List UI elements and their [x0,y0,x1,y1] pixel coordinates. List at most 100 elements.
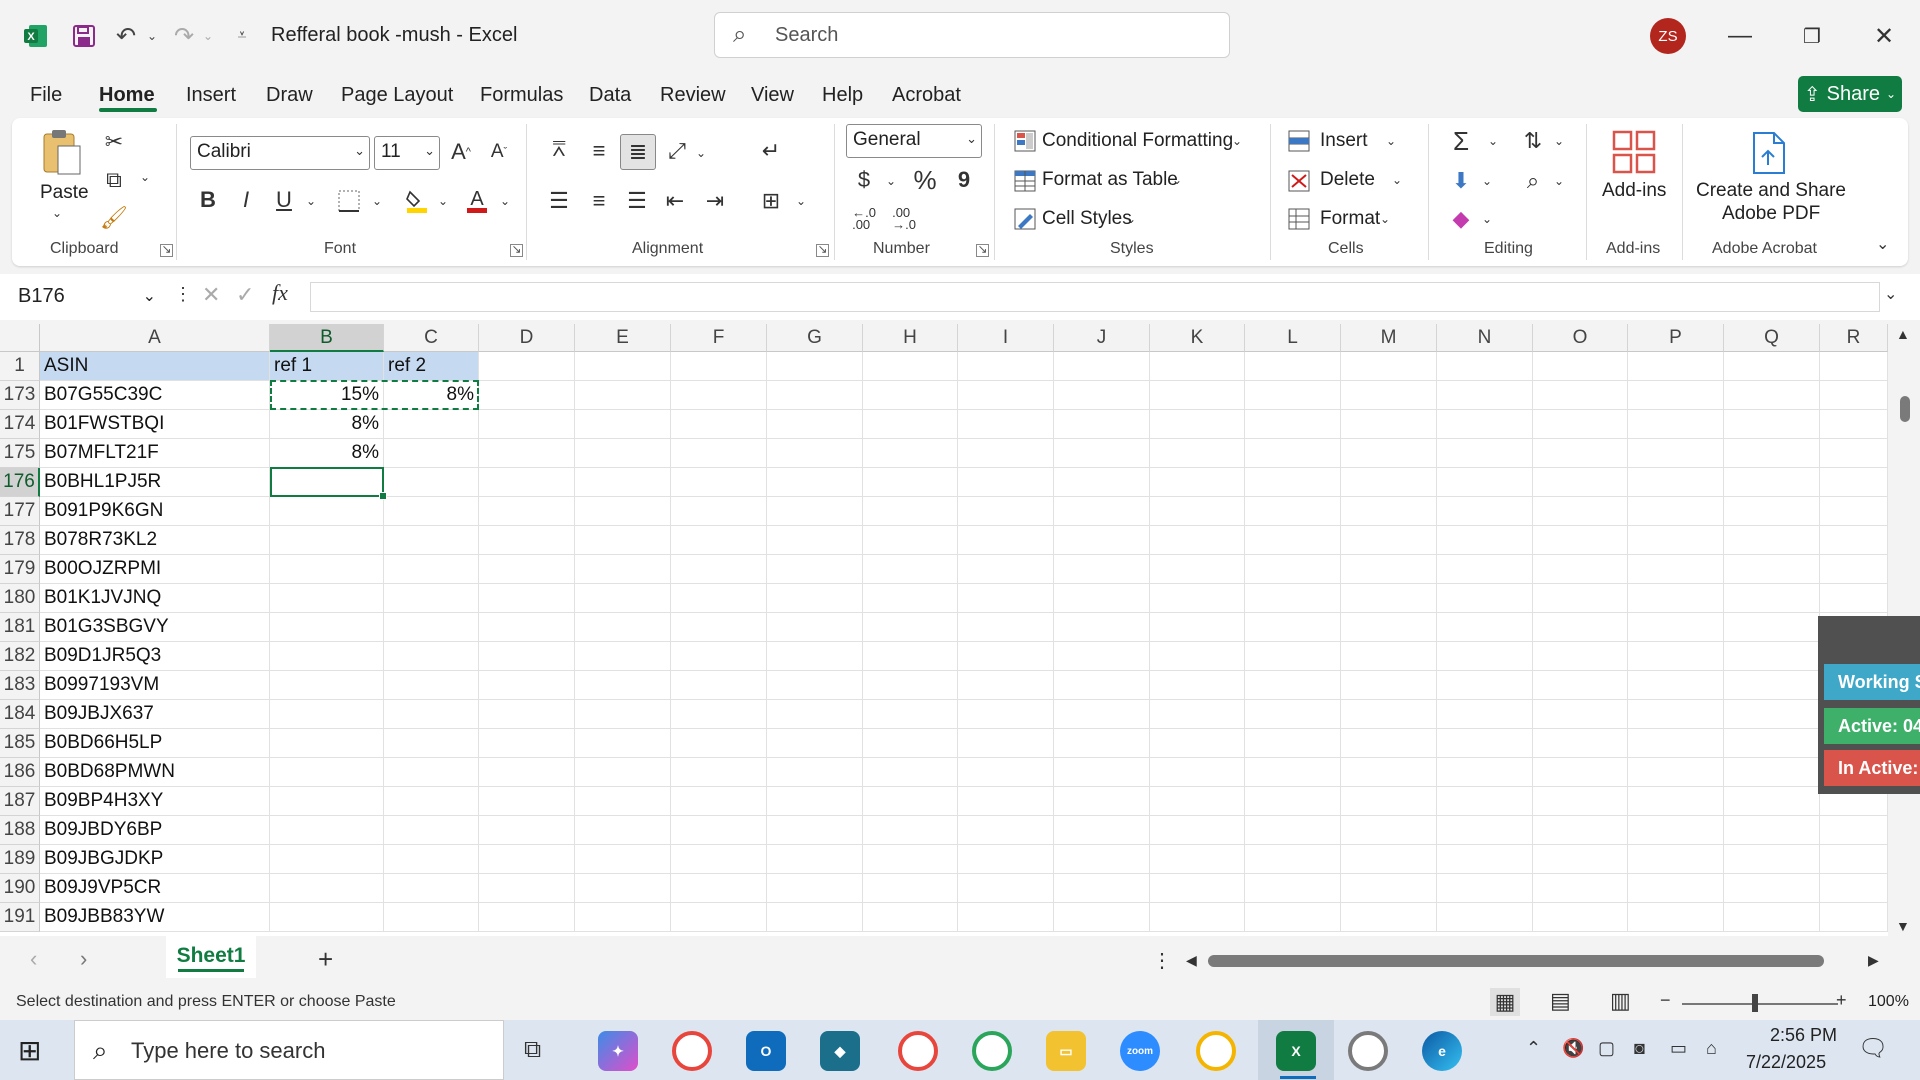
table-cell[interactable] [384,410,479,439]
font-color-dropdown-icon[interactable]: ⌄ [500,194,510,208]
empty-cell[interactable] [1628,352,1724,381]
insert-button[interactable]: Insert [1320,130,1368,152]
chevron-down-icon[interactable]: ⌄ [1392,173,1402,187]
empty-cell[interactable] [1724,497,1820,526]
wrap-text-icon[interactable]: ↵ [756,136,786,166]
empty-cell[interactable] [1245,845,1341,874]
empty-cell[interactable] [1437,642,1533,671]
battery-icon[interactable]: ▭ [1670,1038,1687,1059]
fill-icon[interactable]: ⬇ [1446,166,1476,196]
empty-cell[interactable] [1533,903,1628,932]
empty-cell[interactable] [1245,352,1341,381]
empty-cell[interactable] [1341,526,1437,555]
table-cell[interactable] [384,613,479,642]
inactive-button[interactable]: In Active: [1824,750,1920,786]
camera-icon[interactable]: ◙ [1634,1038,1645,1059]
delete-button[interactable]: Delete [1320,169,1375,191]
empty-cell[interactable] [863,845,958,874]
header-cell[interactable]: ref 2 [384,352,479,381]
horizontal-scroll-thumb[interactable] [1208,955,1824,967]
excel-taskbar-icon[interactable]: X [1276,1031,1316,1071]
table-cell[interactable] [270,526,384,555]
empty-cell[interactable] [767,758,863,787]
empty-cell[interactable] [479,787,575,816]
empty-cell[interactable] [479,903,575,932]
bottom-align-icon[interactable]: ≣ [620,134,656,170]
table-cell[interactable] [384,468,479,497]
empty-cell[interactable] [1533,352,1628,381]
empty-cell[interactable] [1820,903,1888,932]
middle-align-icon[interactable]: ≡ [584,136,614,166]
empty-cell[interactable] [1054,613,1150,642]
empty-cell[interactable] [1628,497,1724,526]
table-cell[interactable] [270,642,384,671]
notifications-icon[interactable]: 🗨 [1858,1034,1888,1063]
empty-cell[interactable] [863,700,958,729]
empty-cell[interactable] [1437,903,1533,932]
empty-cell[interactable] [1150,787,1245,816]
empty-cell[interactable] [575,410,671,439]
create-share-pdf-line2[interactable]: Adobe PDF [1722,203,1820,225]
table-cell[interactable]: B01G3SBGVY [40,613,270,642]
redo-dropdown-icon[interactable]: ⌄ [192,20,224,52]
empty-cell[interactable] [575,555,671,584]
sort-filter-dropdown-icon[interactable]: ⌄ [1554,134,1564,148]
empty-cell[interactable] [1533,845,1628,874]
empty-cell[interactable] [479,816,575,845]
empty-cell[interactable] [575,700,671,729]
table-cell[interactable]: B078R73KL2 [40,526,270,555]
column-header-i[interactable]: I [958,324,1054,352]
empty-cell[interactable] [575,381,671,410]
scroll-down-icon[interactable]: ▼ [1896,918,1910,934]
table-cell[interactable] [270,874,384,903]
table-cell[interactable]: B09BP4H3XY [40,787,270,816]
column-header-b[interactable]: B [270,324,384,352]
empty-cell[interactable] [863,903,958,932]
cell-styles-button[interactable]: Cell Styles [1042,208,1132,230]
empty-cell[interactable] [1437,352,1533,381]
sort-filter-icon[interactable]: ⇅ [1518,126,1548,156]
next-sheet-icon[interactable]: › [80,946,87,972]
empty-cell[interactable] [1150,729,1245,758]
empty-cell[interactable] [479,642,575,671]
empty-cell[interactable] [958,497,1054,526]
customize-toolbar-icon[interactable]: ⩡ [226,20,258,52]
table-cell[interactable] [384,758,479,787]
empty-cell[interactable] [1054,526,1150,555]
table-cell[interactable]: B09JBJX637 [40,700,270,729]
table-cell[interactable] [270,555,384,584]
row-header[interactable]: 182 [0,642,40,671]
empty-cell[interactable] [1724,526,1820,555]
table-cell[interactable] [384,816,479,845]
empty-cell[interactable] [671,787,767,816]
empty-cell[interactable] [1437,787,1533,816]
empty-cell[interactable] [575,439,671,468]
column-header-j[interactable]: J [1054,324,1150,352]
chevron-down-icon[interactable]: ⌄ [1380,212,1390,226]
table-cell[interactable] [270,729,384,758]
empty-cell[interactable] [1628,845,1724,874]
task-view-icon[interactable]: ⧉ [524,1036,541,1064]
volume-muted-icon[interactable]: 🔇 [1562,1038,1584,1059]
empty-cell[interactable] [1437,439,1533,468]
fill-color-dropdown-icon[interactable]: ⌄ [438,194,448,208]
empty-cell[interactable] [1054,816,1150,845]
empty-cell[interactable] [767,468,863,497]
empty-cell[interactable] [958,903,1054,932]
empty-cell[interactable] [1437,555,1533,584]
empty-cell[interactable] [767,555,863,584]
comma-style-icon[interactable]: 9 [952,164,976,196]
empty-cell[interactable] [958,874,1054,903]
empty-cell[interactable] [958,468,1054,497]
active-button[interactable]: Active: 04 [1824,708,1920,744]
empty-cell[interactable] [671,584,767,613]
empty-cell[interactable] [1437,526,1533,555]
format-as-table-button[interactable]: Format as Table [1042,169,1178,191]
empty-cell[interactable] [1628,903,1724,932]
empty-cell[interactable] [1245,671,1341,700]
table-cell[interactable] [384,642,479,671]
empty-cell[interactable] [1150,845,1245,874]
empty-cell[interactable] [863,381,958,410]
empty-cell[interactable] [671,410,767,439]
zoom-slider-thumb[interactable] [1752,994,1758,1012]
